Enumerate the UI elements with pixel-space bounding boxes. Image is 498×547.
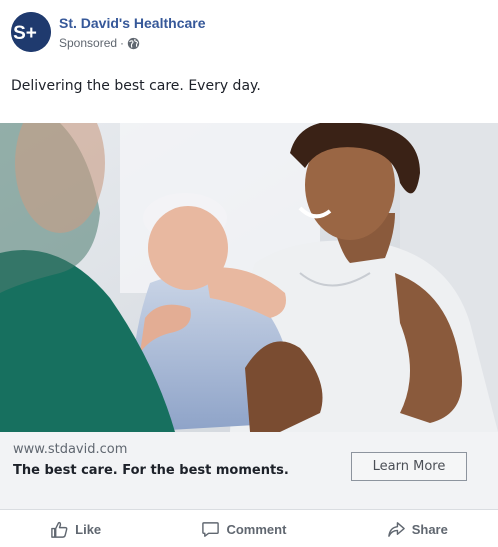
meta-separator: · bbox=[120, 36, 125, 50]
page-name-link[interactable]: St. David's Healthcare bbox=[59, 15, 206, 31]
thumbs-up-icon bbox=[51, 521, 68, 538]
logo-letter: S+ bbox=[13, 23, 37, 44]
post-header: S+ St. David's Healthcare Sponsored · bbox=[0, 0, 498, 64]
like-label: Like bbox=[75, 521, 102, 537]
link-headline[interactable]: The best care. For the best moments. bbox=[13, 463, 289, 478]
ad-photo[interactable] bbox=[0, 123, 498, 432]
like-button[interactable]: Like bbox=[50, 520, 101, 539]
link-domain[interactable]: www.stdavid.com bbox=[13, 442, 127, 457]
sponsored-label[interactable]: Sponsored bbox=[59, 36, 117, 50]
globe-icon[interactable] bbox=[127, 37, 140, 50]
comment-button[interactable]: Comment bbox=[201, 520, 286, 539]
share-label: Share bbox=[411, 521, 448, 537]
share-icon bbox=[387, 521, 405, 537]
share-button[interactable]: Share bbox=[387, 520, 448, 539]
comment-label: Comment bbox=[226, 521, 287, 537]
post-message: Delivering the best care. Every day. bbox=[11, 78, 261, 94]
action-bar: Like Comment Share bbox=[0, 511, 498, 547]
link-preview[interactable]: www.stdavid.com The best care. For the b… bbox=[0, 432, 498, 510]
comment-icon bbox=[202, 521, 220, 537]
post-meta: Sponsored · bbox=[59, 36, 140, 50]
page-avatar[interactable]: S+ bbox=[11, 12, 51, 52]
learn-more-button[interactable]: Learn More bbox=[351, 452, 467, 481]
mother-baby-nurse-illustration bbox=[0, 123, 498, 432]
st-davids-logo: S+ bbox=[11, 12, 51, 52]
